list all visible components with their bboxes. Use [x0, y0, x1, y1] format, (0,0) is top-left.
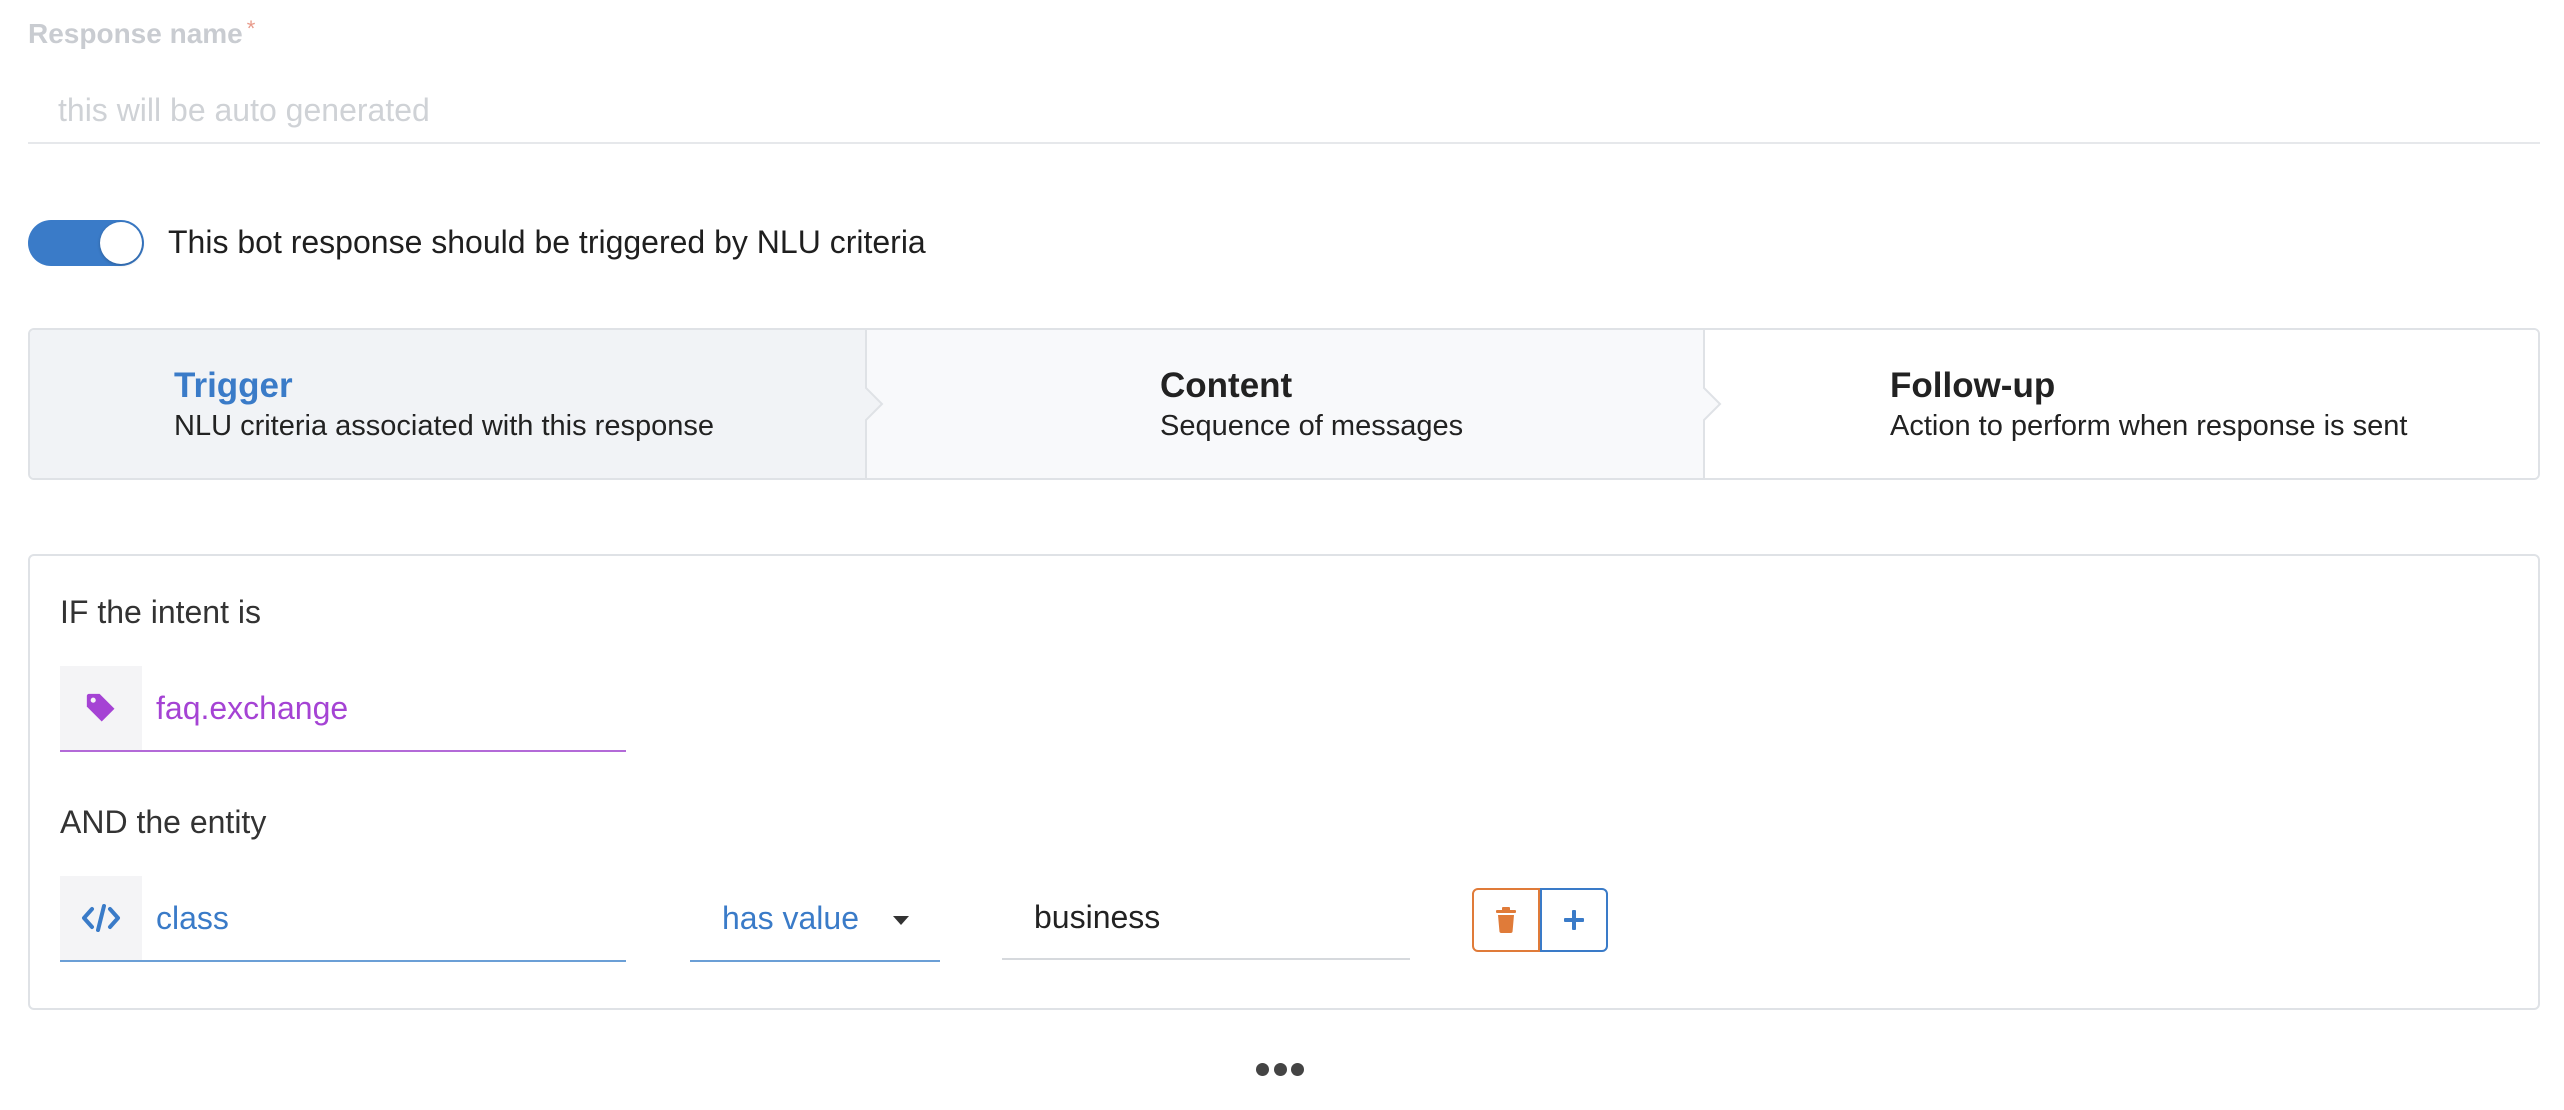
code-icon: [60, 876, 142, 960]
response-name-input[interactable]: [28, 78, 2540, 144]
intent-value: faq.exchange: [156, 690, 349, 726]
tag-icon: [60, 666, 142, 750]
intent-condition-label: IF the intent is: [60, 594, 261, 630]
step-trigger[interactable]: Trigger NLU criteria associated with thi…: [30, 330, 866, 478]
step-content-subtitle: Sequence of messages: [1160, 410, 1464, 442]
chevron-down-icon: [893, 916, 909, 925]
required-asterisk: *: [246, 16, 256, 41]
step-follow-up-subtitle: Action to perform when response is sent: [1890, 410, 2408, 442]
nlu-criteria-panel: IF the intent is faq.exchange AND the en…: [28, 554, 2540, 1010]
plus-icon: [1564, 910, 1584, 930]
entity-value-input[interactable]: [1002, 876, 1410, 960]
step-separator-chevron: [864, 330, 884, 478]
trash-icon: [1496, 907, 1516, 933]
entity-condition-label: AND the entity: [60, 804, 267, 840]
add-condition-button[interactable]: [1540, 888, 1608, 952]
step-trigger-title: Trigger: [174, 366, 293, 405]
toggle-knob: [100, 222, 142, 264]
step-follow-up-title: Follow-up: [1890, 366, 2056, 405]
step-separator-chevron: [1702, 330, 1722, 478]
delete-condition-button[interactable]: [1472, 888, 1540, 952]
response-name-label: Response name *: [28, 16, 256, 50]
step-follow-up[interactable]: Follow-up Action to perform when respons…: [1704, 330, 2538, 478]
operator-value: has value: [722, 900, 859, 936]
step-content-title: Content: [1160, 366, 1293, 405]
nlu-criteria-toggle-label: This bot response should be triggered by…: [168, 224, 926, 260]
entity-selector[interactable]: class: [60, 876, 626, 962]
step-content[interactable]: Content Sequence of messages: [866, 330, 1704, 478]
response-steps: Trigger NLU criteria associated with thi…: [28, 328, 2540, 480]
entity-name-value: class: [156, 900, 229, 936]
nlu-criteria-toggle[interactable]: [28, 220, 144, 266]
ellipsis-icon[interactable]: [1256, 1058, 1304, 1080]
intent-selector[interactable]: faq.exchange: [60, 666, 626, 752]
step-trigger-subtitle: NLU criteria associated with this respon…: [174, 410, 714, 442]
response-name-label-text: Response name: [28, 18, 243, 49]
operator-dropdown[interactable]: has value: [690, 876, 940, 962]
